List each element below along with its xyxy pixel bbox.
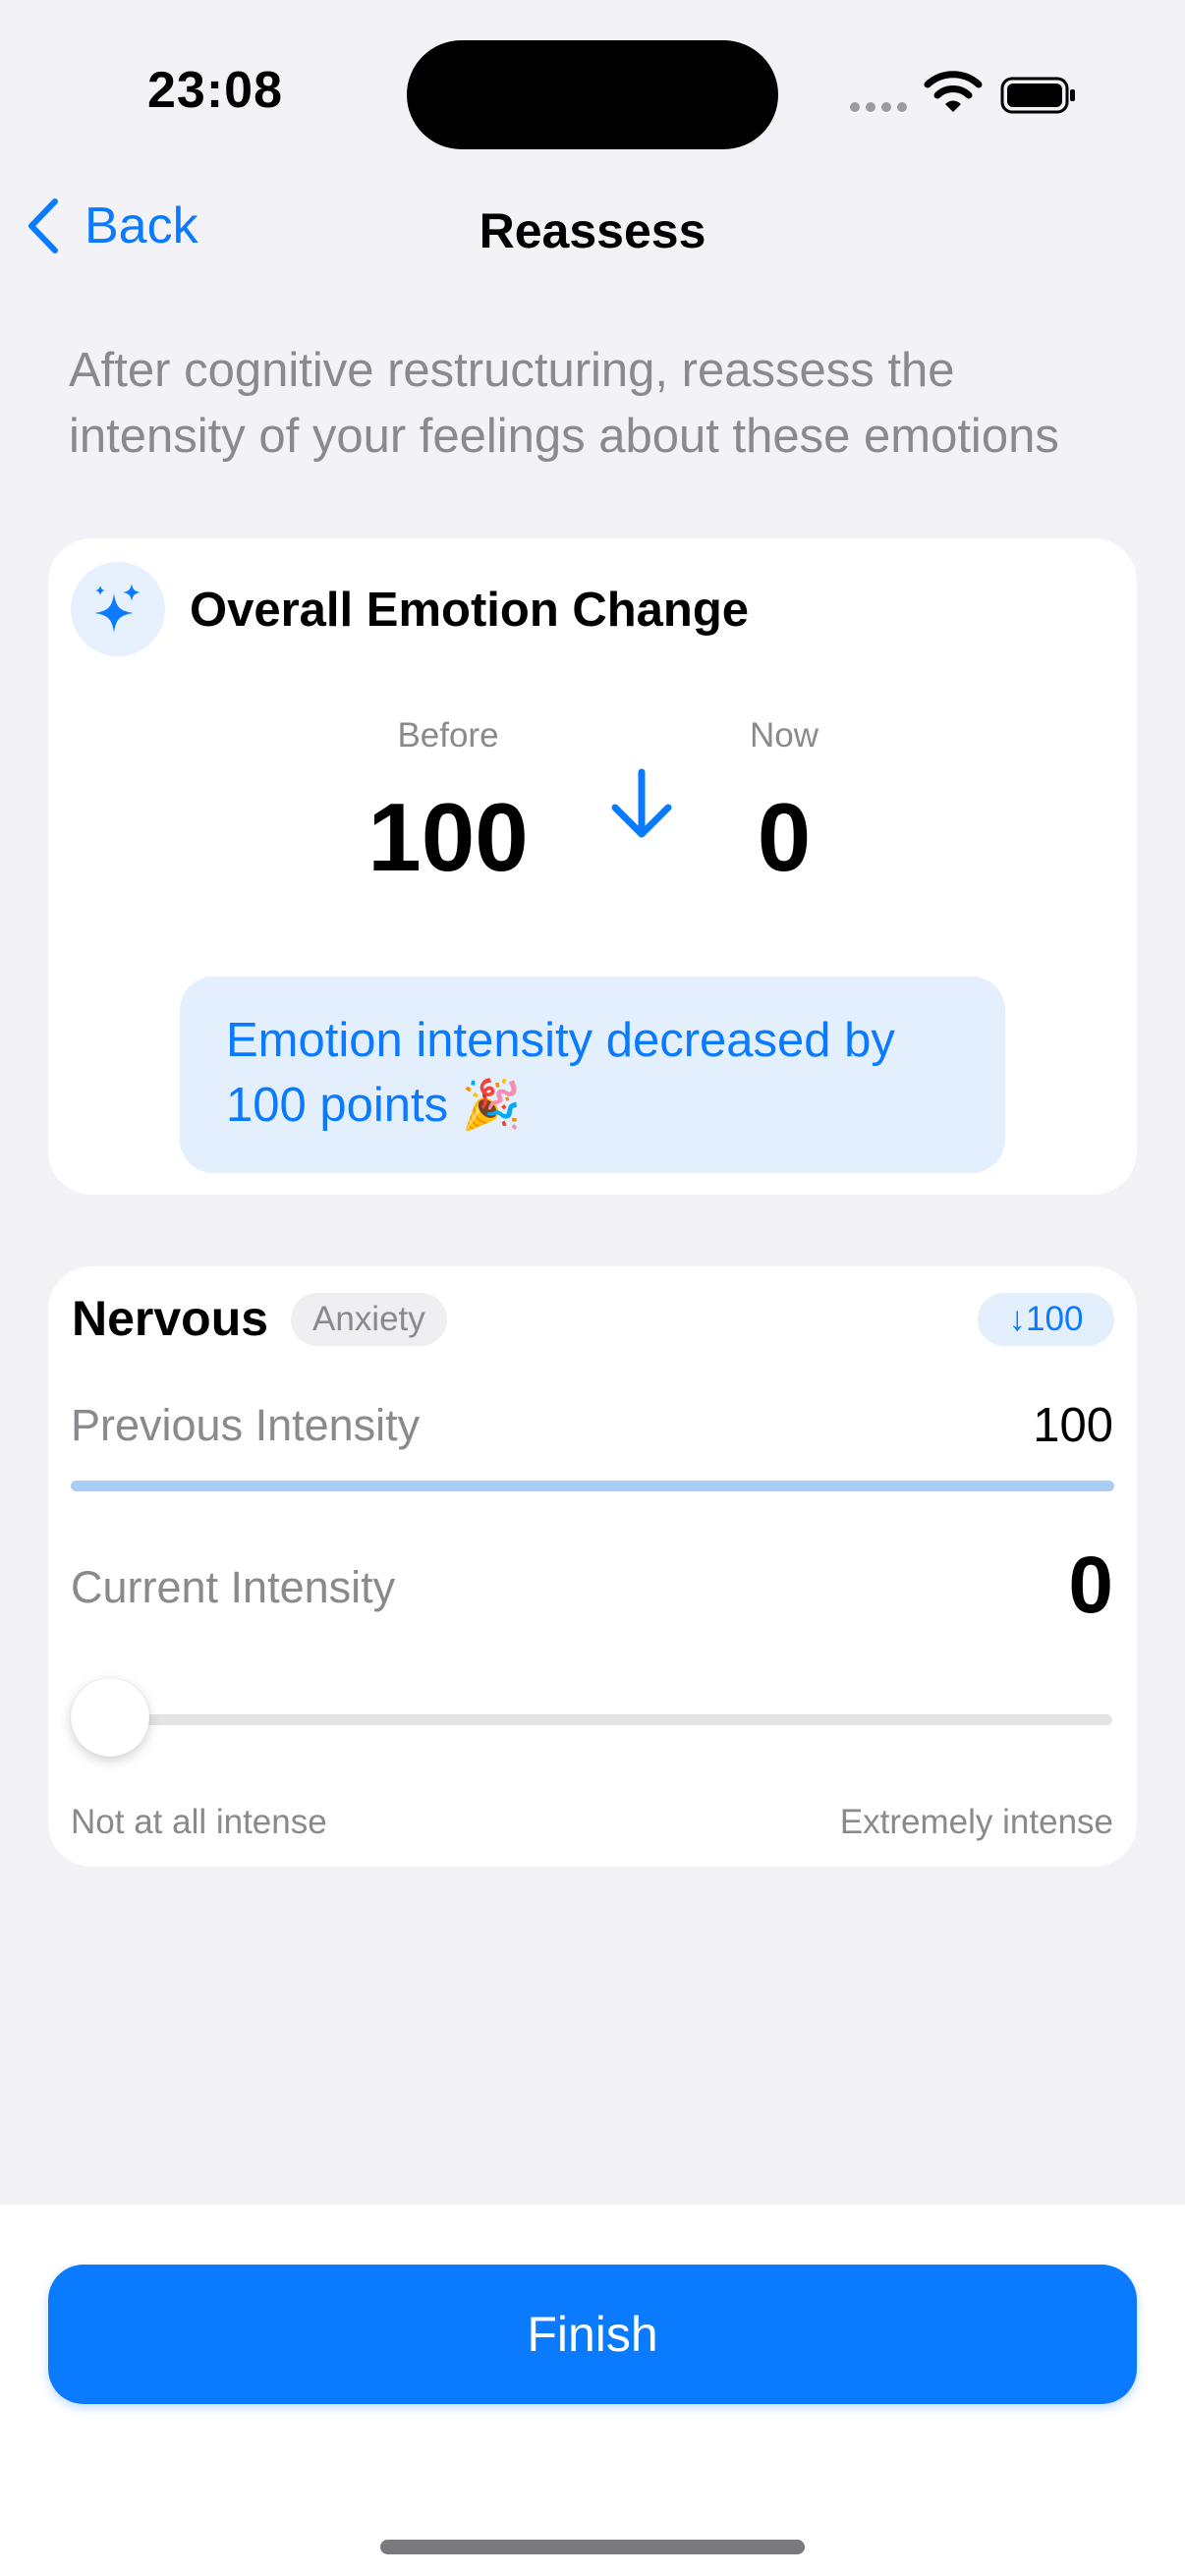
slider-max-label: Extremely intense bbox=[839, 1803, 1113, 1841]
previous-intensity-value: 100 bbox=[1033, 1399, 1113, 1452]
dynamic-island bbox=[407, 40, 778, 149]
intensity-slider-track[interactable] bbox=[110, 1714, 1112, 1725]
battery-icon bbox=[1000, 77, 1075, 114]
emotion-name: Nervous bbox=[72, 1291, 269, 1346]
previous-intensity-label: Previous Intensity bbox=[71, 1400, 421, 1450]
wifi-icon bbox=[924, 71, 983, 112]
now-value: 0 bbox=[757, 783, 812, 891]
intensity-slider-thumb[interactable] bbox=[71, 1678, 149, 1757]
status-time: 23:08 bbox=[147, 62, 283, 119]
current-intensity-label: Current Intensity bbox=[71, 1562, 396, 1612]
arrow-down-icon bbox=[611, 768, 672, 838]
home-indicator bbox=[380, 2540, 805, 2554]
page-title: Reassess bbox=[479, 203, 706, 258]
previous-intensity-bar bbox=[71, 1481, 1114, 1491]
current-intensity-value: 0 bbox=[1068, 1540, 1113, 1630]
before-value: 100 bbox=[367, 783, 529, 891]
finish-button[interactable]: Finish bbox=[48, 2265, 1137, 2404]
overall-title: Overall Emotion Change bbox=[190, 584, 750, 637]
intro-text: After cognitive restructuring, reassess … bbox=[69, 344, 1059, 463]
change-message: Emotion intensity decreased by 100 point… bbox=[226, 1014, 895, 1132]
sparkles-icon bbox=[94, 584, 141, 633]
now-label: Now bbox=[749, 716, 819, 755]
slider-min-label: Not at all intense bbox=[71, 1803, 327, 1841]
change-delta-badge: ↓100 bbox=[978, 1293, 1114, 1346]
before-label: Before bbox=[397, 716, 499, 755]
sparkle-icon-badge bbox=[71, 562, 165, 656]
emotion-category-badge: Anxiety bbox=[291, 1293, 447, 1346]
cellular-signal-icon bbox=[850, 102, 907, 112]
